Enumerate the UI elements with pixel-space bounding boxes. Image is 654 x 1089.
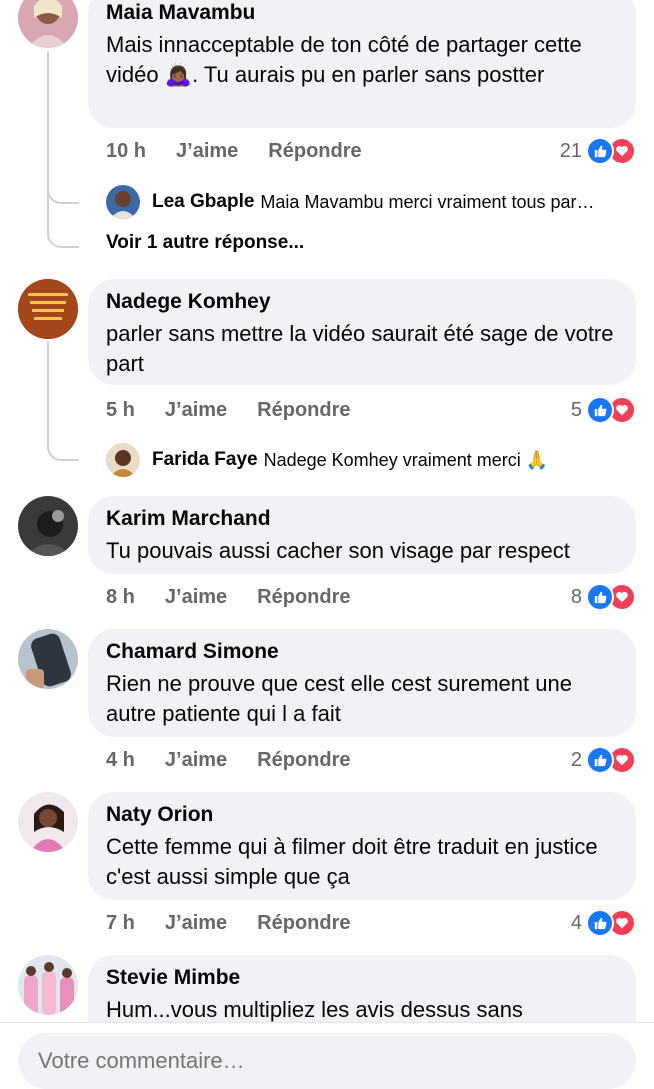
reaction-summary[interactable]: 8 [571, 582, 636, 612]
view-more-replies-link[interactable]: Voir 1 autre réponse... [106, 232, 304, 254]
comment-author[interactable]: Chamard Simone [106, 639, 616, 665]
reply-button[interactable]: Répondre [257, 399, 350, 422]
like-reaction-icon [586, 746, 614, 774]
comment-actions: 4 h J’aime Répondre [106, 745, 351, 775]
like-reaction-icon [586, 583, 614, 611]
comment-author[interactable]: Nadege Komhey [106, 289, 616, 315]
comment-composer-bar [0, 1022, 654, 1089]
avatar[interactable] [18, 0, 78, 48]
like-reaction-icon [586, 137, 614, 165]
avatar[interactable] [18, 792, 78, 852]
comment-text: Tu pouvais aussi cacher son visage par r… [106, 538, 570, 563]
comment-bubble: Stevie Mimbe Hum...vous multipliez les a… [88, 955, 636, 1022]
comment-actions: 7 h J’aime Répondre [106, 908, 351, 938]
reply-button[interactable]: Répondre [257, 912, 350, 935]
like-button[interactable]: J’aime [165, 749, 227, 772]
comment-bubble: Naty Orion Cette femme qui à filmer doit… [88, 792, 636, 900]
reply-text: Nadege Komhey vraiment merci 🙏 [263, 449, 549, 470]
reaction-summary[interactable]: 2 [571, 745, 636, 775]
reaction-count: 2 [570, 748, 582, 771]
comment-bubble: Maia Mavambu Mais innacceptable de ton c… [88, 0, 636, 128]
reply-button[interactable]: Répondre [268, 140, 361, 163]
comment-bubble: Karim Marchand Tu pouvais aussi cacher s… [88, 496, 636, 574]
comment-text: Cette femme qui à filmer doit être tradu… [106, 834, 598, 889]
like-button[interactable]: J’aime [165, 399, 227, 422]
avatar[interactable] [18, 629, 78, 689]
reply-preview[interactable]: Farida Faye Nadege Komhey vraiment merci… [106, 442, 548, 478]
reaction-summary[interactable]: 5 [571, 395, 636, 425]
comment-time[interactable]: 10 h [106, 140, 146, 163]
comment-time[interactable]: 7 h [106, 912, 135, 935]
avatar[interactable] [18, 496, 78, 556]
reply-preview[interactable]: Lea Gbaple Maia Mavambu merci vraiment t… [106, 184, 595, 220]
like-button[interactable]: J’aime [165, 586, 227, 609]
comment-author[interactable]: Stevie Mimbe [106, 965, 616, 991]
reply-button[interactable]: Répondre [257, 586, 350, 609]
comment-text: parler sans mettre la vidéo saurait été … [106, 321, 614, 376]
comments-feed[interactable]: Maia Mavambu Mais innacceptable de ton c… [0, 0, 654, 1022]
thread-connector [47, 341, 79, 461]
reply-author[interactable]: Farida Faye [152, 449, 258, 471]
reaction-count: 5 [570, 398, 582, 421]
comment-actions: 10 h J’aime Répondre [106, 136, 362, 166]
comment-time[interactable]: 4 h [106, 749, 135, 772]
reaction-summary[interactable]: 21 [560, 136, 636, 166]
comment-bubble: Nadege Komhey parler sans mettre la vidé… [88, 279, 636, 385]
reply-author[interactable]: Lea Gbaple [152, 191, 254, 213]
avatar[interactable] [18, 955, 78, 1015]
comment-time[interactable]: 8 h [106, 586, 135, 609]
comment-author[interactable]: Naty Orion [106, 802, 616, 828]
avatar[interactable] [18, 279, 78, 339]
reaction-count: 8 [570, 585, 582, 608]
comment-text: Rien ne prouve que cest elle cest sureme… [106, 671, 572, 726]
comment-text: Hum...vous multipliez les avis dessus sa… [106, 997, 523, 1022]
comment-actions: 8 h J’aime Répondre [106, 582, 351, 612]
avatar[interactable] [106, 185, 140, 219]
comment-actions: 5 h J’aime Répondre [106, 395, 351, 425]
reply-text: Maia Mavambu merci vraiment tous par… [260, 191, 595, 212]
reaction-summary[interactable]: 4 [571, 908, 636, 938]
comment-author[interactable]: Maia Mavambu [106, 0, 616, 26]
comment-bubble: Chamard Simone Rien ne prouve que cest e… [88, 629, 636, 737]
like-reaction-icon [586, 396, 614, 424]
reply-button[interactable]: Répondre [257, 749, 350, 772]
like-button[interactable]: J’aime [176, 140, 238, 163]
comment-text: Mais innacceptable de ton côté de partag… [106, 32, 582, 87]
comment-time[interactable]: 5 h [106, 399, 135, 422]
comment-input[interactable] [18, 1033, 636, 1089]
thread-connector [47, 150, 79, 248]
like-button[interactable]: J’aime [165, 912, 227, 935]
reaction-count: 4 [570, 911, 582, 934]
like-reaction-icon [586, 909, 614, 937]
reaction-count: 21 [559, 139, 582, 162]
avatar[interactable] [106, 443, 140, 477]
comment-author[interactable]: Karim Marchand [106, 506, 616, 532]
